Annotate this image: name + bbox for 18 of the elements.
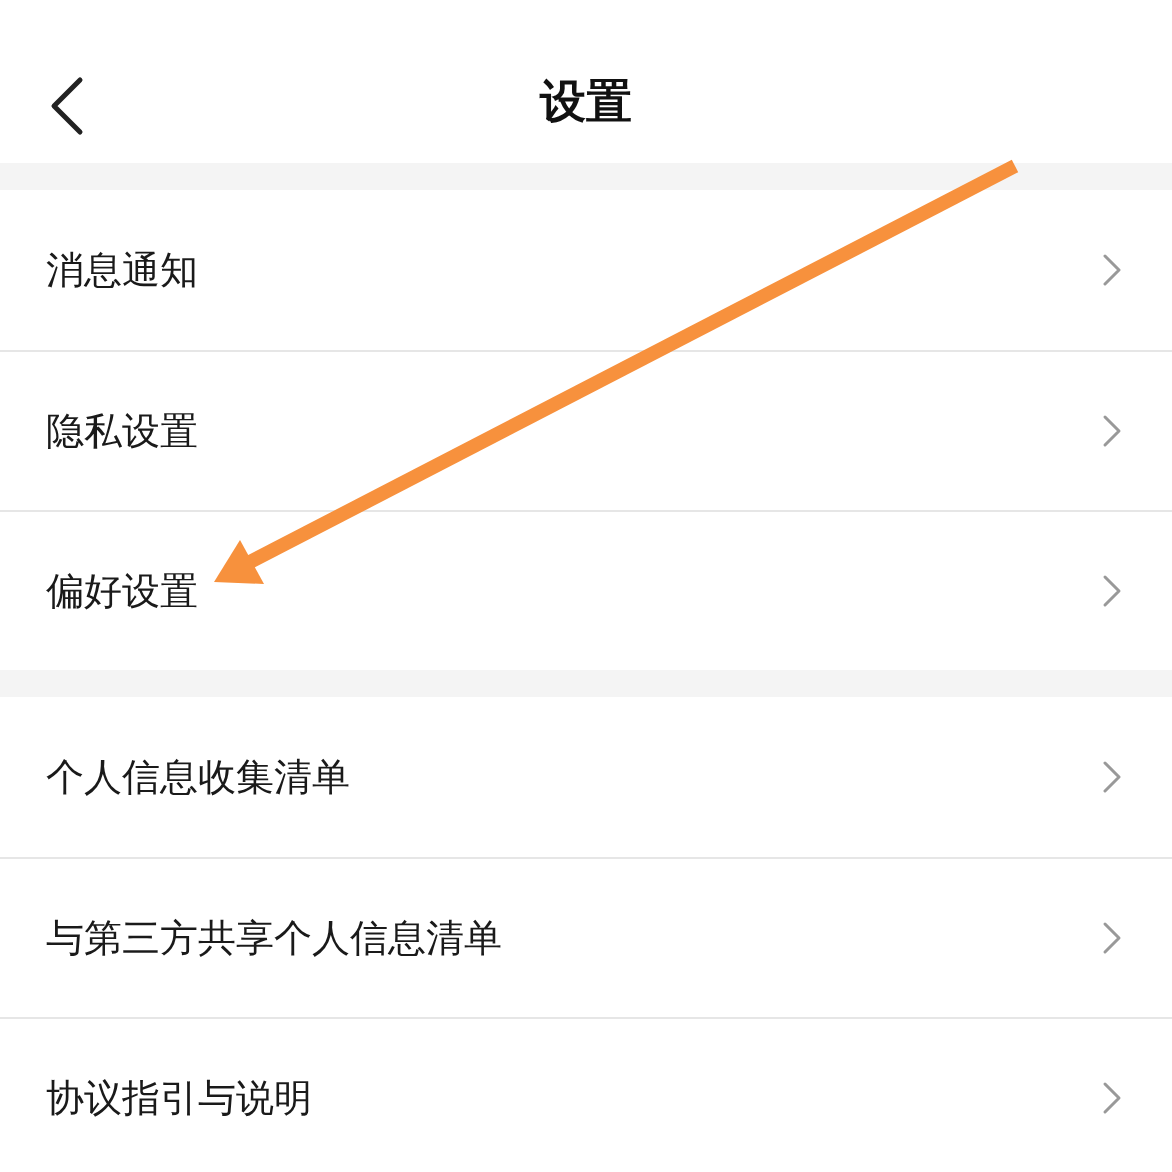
settings-item[interactable]: 消息通知 <box>0 190 1172 350</box>
item-label: 消息通知 <box>46 246 198 294</box>
item-label: 协议指引与说明 <box>46 1074 312 1122</box>
chevron-right-icon <box>1102 921 1122 955</box>
item-label: 偏好设置 <box>46 567 198 615</box>
settings-item[interactable]: 与第三方共享个人信息清单 <box>0 857 1172 1017</box>
chevron-right-icon <box>1102 760 1122 794</box>
chevron-right-icon <box>1102 1081 1122 1115</box>
settings-item[interactable]: 隐私设置 <box>0 350 1172 510</box>
chevron-right-icon <box>1102 414 1122 448</box>
chevron-right-icon <box>1102 253 1122 287</box>
page-title: 设置 <box>540 72 632 130</box>
item-label: 与第三方共享个人信息清单 <box>46 914 502 962</box>
chevron-right-icon <box>1102 574 1122 608</box>
item-label: 个人信息收集清单 <box>46 753 350 801</box>
settings-item[interactable]: 个人信息收集清单 <box>0 697 1172 857</box>
settings-item[interactable]: 协议指引与说明 <box>0 1017 1172 1172</box>
item-label: 隐私设置 <box>46 407 198 455</box>
